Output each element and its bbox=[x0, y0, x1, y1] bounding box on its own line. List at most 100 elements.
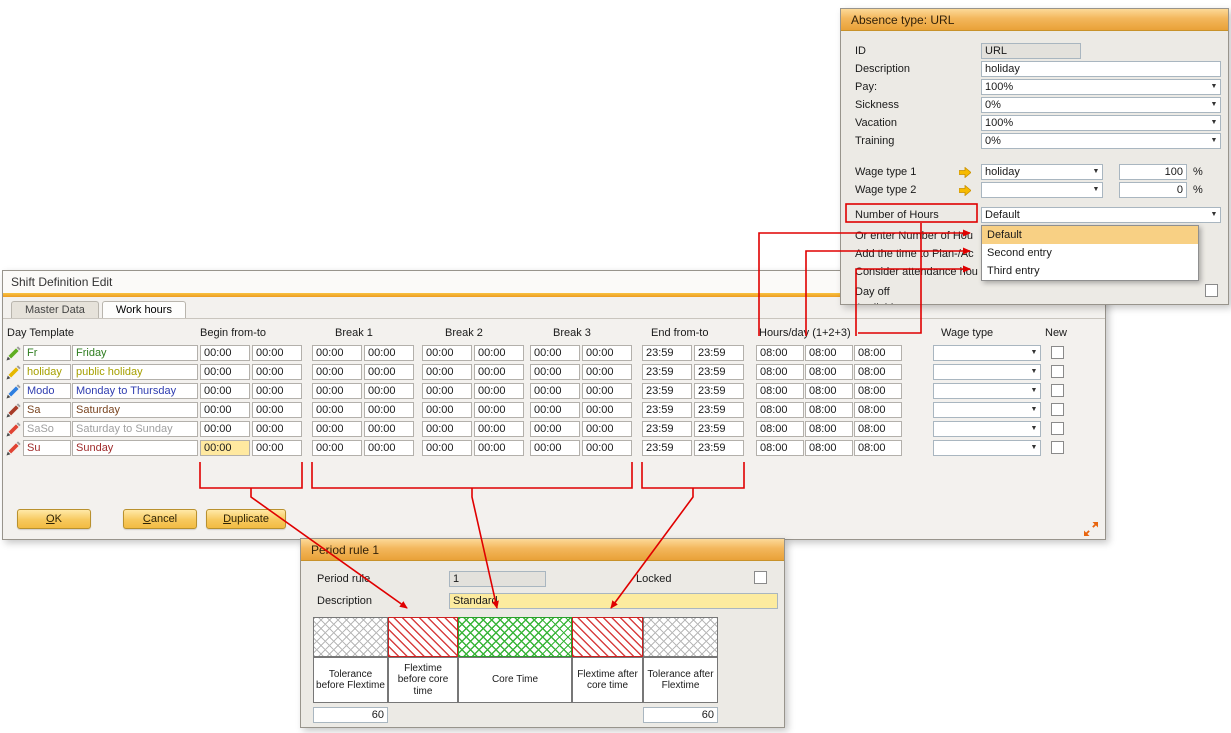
link-arrow-icon[interactable] bbox=[959, 167, 971, 178]
hours-per-day[interactable]: 08:00 bbox=[756, 383, 804, 399]
break1-time[interactable]: 00:00 bbox=[364, 383, 414, 399]
hours-per-day[interactable]: 08:00 bbox=[756, 440, 804, 456]
wage-type-2-combo[interactable]: ▼ bbox=[981, 182, 1103, 198]
break2-time[interactable]: 00:00 bbox=[422, 421, 472, 437]
begin-time[interactable]: 00:00 bbox=[252, 421, 302, 437]
break3-time[interactable]: 00:00 bbox=[530, 345, 580, 361]
description-field[interactable]: Standard bbox=[449, 593, 778, 609]
window-title-bar[interactable]: Period rule 1 bbox=[301, 539, 784, 561]
end-time[interactable]: 23:59 bbox=[642, 440, 692, 456]
begin-time[interactable]: 00:00 bbox=[200, 364, 250, 380]
wage-type-1-combo[interactable]: holiday▼ bbox=[981, 164, 1103, 180]
day-template-code[interactable]: SaSo bbox=[23, 421, 71, 437]
new-checkbox[interactable] bbox=[1051, 384, 1064, 397]
dropdown-option-second-entry[interactable]: Second entry bbox=[982, 244, 1198, 262]
hours-per-day[interactable]: 08:00 bbox=[805, 345, 853, 361]
vacation-combo[interactable]: 100%▼ bbox=[981, 115, 1221, 131]
period-rule-field[interactable]: 1 bbox=[449, 571, 546, 587]
new-checkbox[interactable] bbox=[1051, 403, 1064, 416]
begin-time[interactable]: 00:00 bbox=[252, 345, 302, 361]
hours-per-day[interactable]: 08:00 bbox=[854, 345, 902, 361]
break2-time[interactable]: 00:00 bbox=[474, 345, 524, 361]
break3-time[interactable]: 00:00 bbox=[582, 345, 632, 361]
wage-type-2-percent-field[interactable]: 0 bbox=[1119, 182, 1187, 198]
hours-per-day[interactable]: 08:00 bbox=[854, 364, 902, 380]
day-template-name[interactable]: Monday to Thursday bbox=[72, 383, 198, 399]
day-template-code[interactable]: Fr bbox=[23, 345, 71, 361]
wage-type-combo[interactable]: ▼ bbox=[933, 383, 1041, 399]
end-time[interactable]: 23:59 bbox=[694, 440, 744, 456]
day-template-name[interactable]: Sunday bbox=[72, 440, 198, 456]
wage-type-combo[interactable]: ▼ bbox=[933, 402, 1041, 418]
break1-time[interactable]: 00:00 bbox=[364, 402, 414, 418]
hours-per-day[interactable]: 08:00 bbox=[805, 421, 853, 437]
day-template-name[interactable]: public holiday bbox=[72, 364, 198, 380]
break2-time[interactable]: 00:00 bbox=[474, 402, 524, 418]
end-time[interactable]: 23:59 bbox=[642, 383, 692, 399]
day-template-code[interactable]: holiday bbox=[23, 364, 71, 380]
begin-time[interactable]: 00:00 bbox=[252, 383, 302, 399]
wage-type-combo[interactable]: ▼ bbox=[933, 364, 1041, 380]
new-checkbox[interactable] bbox=[1051, 365, 1064, 378]
break3-time[interactable]: 00:00 bbox=[530, 440, 580, 456]
end-time[interactable]: 23:59 bbox=[642, 402, 692, 418]
dropdown-option-default[interactable]: Default bbox=[982, 226, 1198, 244]
day-template-code[interactable]: Sa bbox=[23, 402, 71, 418]
hours-per-day[interactable]: 08:00 bbox=[854, 421, 902, 437]
hours-per-day[interactable]: 08:00 bbox=[756, 345, 804, 361]
hours-per-day[interactable]: 08:00 bbox=[854, 383, 902, 399]
end-time[interactable]: 23:59 bbox=[694, 383, 744, 399]
hours-per-day[interactable]: 08:00 bbox=[854, 440, 902, 456]
break1-time[interactable]: 00:00 bbox=[364, 364, 414, 380]
break1-time[interactable]: 00:00 bbox=[312, 440, 362, 456]
break2-time[interactable]: 00:00 bbox=[474, 421, 524, 437]
hours-per-day[interactable]: 08:00 bbox=[854, 402, 902, 418]
wage-type-combo[interactable]: ▼ bbox=[933, 440, 1041, 456]
locked-checkbox[interactable] bbox=[754, 571, 767, 584]
begin-time[interactable]: 00:00 bbox=[200, 345, 250, 361]
break3-time[interactable]: 00:00 bbox=[530, 421, 580, 437]
dropdown-option-third-entry[interactable]: Third entry bbox=[982, 262, 1198, 280]
sickness-combo[interactable]: 0%▼ bbox=[981, 97, 1221, 113]
hours-per-day[interactable]: 08:00 bbox=[756, 364, 804, 380]
begin-time[interactable]: 00:00 bbox=[200, 440, 250, 456]
wage-type-1-percent-field[interactable]: 100 bbox=[1119, 164, 1187, 180]
day-template-name[interactable]: Saturday bbox=[72, 402, 198, 418]
hours-per-day[interactable]: 08:00 bbox=[756, 402, 804, 418]
end-time[interactable]: 23:59 bbox=[694, 402, 744, 418]
break1-time[interactable]: 00:00 bbox=[364, 345, 414, 361]
begin-time[interactable]: 00:00 bbox=[252, 402, 302, 418]
hours-per-day[interactable]: 08:00 bbox=[805, 402, 853, 418]
hours-per-day[interactable]: 08:00 bbox=[805, 364, 853, 380]
cancel-button[interactable]: Cancel bbox=[123, 509, 197, 529]
day-template-code[interactable]: Su bbox=[23, 440, 71, 456]
break1-time[interactable]: 00:00 bbox=[312, 364, 362, 380]
break3-time[interactable]: 00:00 bbox=[530, 383, 580, 399]
end-time[interactable]: 23:59 bbox=[694, 345, 744, 361]
break2-time[interactable]: 00:00 bbox=[422, 440, 472, 456]
break3-time[interactable]: 00:00 bbox=[530, 364, 580, 380]
end-time[interactable]: 23:59 bbox=[694, 364, 744, 380]
break2-time[interactable]: 00:00 bbox=[422, 402, 472, 418]
break3-time[interactable]: 00:00 bbox=[582, 421, 632, 437]
break3-time[interactable]: 00:00 bbox=[582, 402, 632, 418]
expand-form-icon[interactable] bbox=[1083, 521, 1099, 537]
begin-time[interactable]: 00:00 bbox=[200, 383, 250, 399]
pay-combo[interactable]: 100%▼ bbox=[981, 79, 1221, 95]
training-combo[interactable]: 0%▼ bbox=[981, 133, 1221, 149]
begin-time[interactable]: 00:00 bbox=[200, 421, 250, 437]
day-template-name[interactable]: Friday bbox=[72, 345, 198, 361]
new-checkbox[interactable] bbox=[1051, 422, 1064, 435]
end-time[interactable]: 23:59 bbox=[642, 345, 692, 361]
description-field[interactable]: holiday bbox=[981, 61, 1221, 77]
break3-time[interactable]: 00:00 bbox=[582, 364, 632, 380]
end-time[interactable]: 23:59 bbox=[642, 421, 692, 437]
break2-time[interactable]: 00:00 bbox=[474, 383, 524, 399]
ok-button[interactable]: OK bbox=[17, 509, 91, 529]
link-arrow-icon[interactable] bbox=[959, 185, 971, 196]
break2-time[interactable]: 00:00 bbox=[422, 364, 472, 380]
end-time[interactable]: 23:59 bbox=[642, 364, 692, 380]
day-template-code[interactable]: Modo bbox=[23, 383, 71, 399]
break2-time[interactable]: 00:00 bbox=[474, 440, 524, 456]
wage-type-combo[interactable]: ▼ bbox=[933, 421, 1041, 437]
